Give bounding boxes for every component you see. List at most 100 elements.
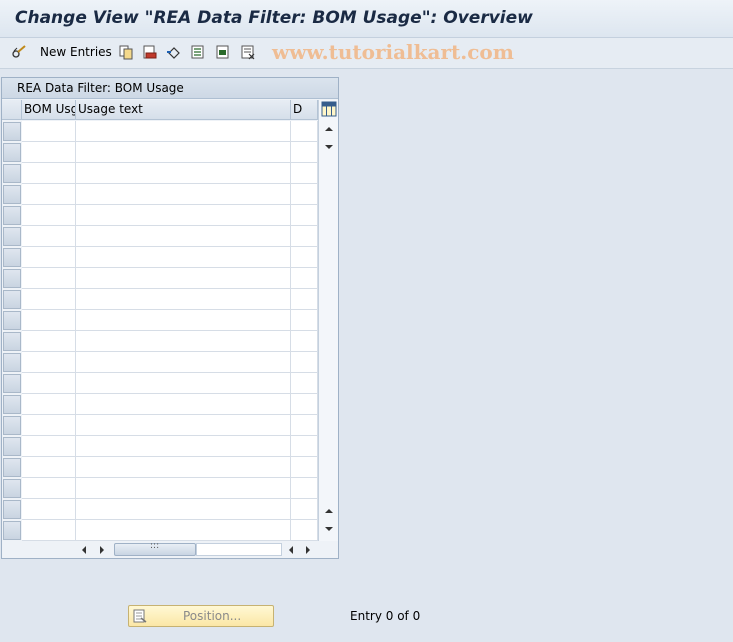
table-cell[interactable] bbox=[291, 436, 318, 457]
table-cell[interactable] bbox=[76, 163, 291, 184]
table-cell[interactable] bbox=[291, 184, 318, 205]
select-all-rows-corner[interactable] bbox=[2, 100, 22, 120]
delete-icon[interactable] bbox=[142, 44, 158, 60]
row-selector[interactable] bbox=[3, 290, 21, 309]
table-cell[interactable] bbox=[76, 436, 291, 457]
table-cell[interactable] bbox=[291, 331, 318, 352]
row-selector[interactable] bbox=[3, 479, 21, 498]
row-selector[interactable] bbox=[3, 437, 21, 456]
table-cell[interactable] bbox=[76, 247, 291, 268]
table-cell[interactable] bbox=[22, 331, 76, 352]
undo-icon[interactable] bbox=[166, 44, 182, 60]
table-cell[interactable] bbox=[22, 478, 76, 499]
table-cell[interactable] bbox=[76, 226, 291, 247]
horizontal-scrollbar[interactable]: ::: bbox=[2, 541, 338, 558]
scroll-up-icon[interactable] bbox=[323, 124, 335, 134]
table-cell[interactable] bbox=[76, 184, 291, 205]
table-cell[interactable] bbox=[22, 142, 76, 163]
table-cell[interactable] bbox=[291, 373, 318, 394]
table-settings-icon[interactable] bbox=[321, 100, 337, 118]
table-cell[interactable] bbox=[76, 478, 291, 499]
row-selector[interactable] bbox=[3, 164, 21, 183]
deselect-all-icon[interactable] bbox=[240, 44, 256, 60]
table-cell[interactable] bbox=[22, 121, 76, 142]
display-change-icon[interactable] bbox=[11, 44, 27, 60]
table-cell[interactable] bbox=[291, 226, 318, 247]
row-selector[interactable] bbox=[3, 206, 21, 225]
table-cell[interactable] bbox=[22, 184, 76, 205]
new-entries-button[interactable]: New Entries bbox=[40, 45, 112, 59]
table-cell[interactable] bbox=[76, 457, 291, 478]
table-cell[interactable] bbox=[291, 478, 318, 499]
scroll-down-icon[interactable] bbox=[323, 142, 335, 152]
table-cell[interactable] bbox=[76, 205, 291, 226]
column-header-d[interactable]: D bbox=[291, 100, 318, 120]
column-header-usage-text[interactable]: Usage text bbox=[76, 100, 291, 120]
table-cell[interactable] bbox=[76, 121, 291, 142]
table-cell[interactable] bbox=[291, 310, 318, 331]
table-cell[interactable] bbox=[76, 310, 291, 331]
row-selector[interactable] bbox=[3, 374, 21, 393]
row-selector[interactable] bbox=[3, 395, 21, 414]
table-cell[interactable] bbox=[291, 205, 318, 226]
table-cell[interactable] bbox=[291, 457, 318, 478]
table-cell[interactable] bbox=[291, 121, 318, 142]
row-selector[interactable] bbox=[3, 248, 21, 267]
table-cell[interactable] bbox=[22, 436, 76, 457]
table-cell[interactable] bbox=[22, 457, 76, 478]
table-cell[interactable] bbox=[76, 499, 291, 520]
table-cell[interactable] bbox=[22, 247, 76, 268]
table-cell[interactable] bbox=[291, 415, 318, 436]
table-cell[interactable] bbox=[76, 520, 291, 541]
select-block-icon[interactable] bbox=[215, 44, 231, 60]
table-cell[interactable] bbox=[76, 394, 291, 415]
horizontal-scroll-track[interactable] bbox=[196, 543, 282, 556]
table-cell[interactable] bbox=[22, 373, 76, 394]
select-all-icon[interactable] bbox=[190, 44, 206, 60]
table-cell[interactable] bbox=[291, 142, 318, 163]
table-cell[interactable] bbox=[76, 415, 291, 436]
table-cell[interactable] bbox=[22, 352, 76, 373]
table-cell[interactable] bbox=[22, 226, 76, 247]
table-cell[interactable] bbox=[76, 142, 291, 163]
scroll-left-end-icon[interactable] bbox=[286, 544, 296, 556]
table-cell[interactable] bbox=[291, 289, 318, 310]
row-selector[interactable] bbox=[3, 500, 21, 519]
table-cell[interactable] bbox=[22, 499, 76, 520]
row-selector[interactable] bbox=[3, 521, 21, 540]
row-selector[interactable] bbox=[3, 143, 21, 162]
table-cell[interactable] bbox=[76, 268, 291, 289]
row-selector[interactable] bbox=[3, 227, 21, 246]
copy-icon[interactable] bbox=[118, 44, 134, 60]
table-cell[interactable] bbox=[76, 352, 291, 373]
horizontal-scroll-thumb[interactable]: ::: bbox=[114, 541, 196, 556]
row-selector[interactable] bbox=[3, 269, 21, 288]
scroll-right-icon[interactable] bbox=[97, 544, 107, 556]
table-cell[interactable] bbox=[76, 289, 291, 310]
table-cell[interactable] bbox=[291, 520, 318, 541]
table-cell[interactable] bbox=[291, 163, 318, 184]
row-selector[interactable] bbox=[3, 353, 21, 372]
row-selector[interactable] bbox=[3, 332, 21, 351]
table-cell[interactable] bbox=[22, 415, 76, 436]
table-cell[interactable] bbox=[22, 310, 76, 331]
table-cell[interactable] bbox=[76, 373, 291, 394]
table-cell[interactable] bbox=[291, 352, 318, 373]
row-selector[interactable] bbox=[3, 416, 21, 435]
scroll-page-down-icon[interactable] bbox=[323, 524, 335, 534]
column-header-bom-usg[interactable]: BOM Usg bbox=[22, 100, 76, 120]
table-cell[interactable] bbox=[22, 394, 76, 415]
scroll-page-up-icon[interactable] bbox=[323, 506, 335, 516]
table-cell[interactable] bbox=[291, 394, 318, 415]
row-selector[interactable] bbox=[3, 185, 21, 204]
scroll-left-icon[interactable] bbox=[79, 544, 89, 556]
table-cell[interactable] bbox=[22, 520, 76, 541]
table-cell[interactable] bbox=[22, 289, 76, 310]
table-cell[interactable] bbox=[22, 268, 76, 289]
table-cell[interactable] bbox=[291, 499, 318, 520]
position-button[interactable]: Position... bbox=[128, 605, 274, 627]
scroll-right-end-icon[interactable] bbox=[303, 544, 313, 556]
table-cell[interactable] bbox=[291, 247, 318, 268]
table-cell[interactable] bbox=[291, 268, 318, 289]
table-cell[interactable] bbox=[22, 163, 76, 184]
